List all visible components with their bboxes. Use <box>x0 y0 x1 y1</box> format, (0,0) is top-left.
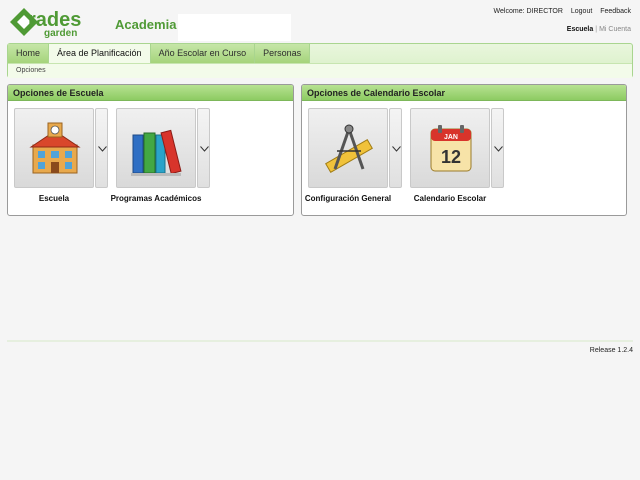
panel-opciones-calendario: Opciones de Calendario Escolar Configura… <box>301 84 627 216</box>
nav-tabs: Home Área de Planificación Año Escolar e… <box>8 44 311 63</box>
escuela-dropdown-button[interactable] <box>95 108 108 188</box>
calendar-day: 12 <box>441 147 461 167</box>
calendario-escolar-button[interactable]: JAN 12 <box>410 108 490 188</box>
app-header: rades garden Academia Welcome: DIRECTOR … <box>0 0 640 44</box>
escuela-button[interactable] <box>14 108 94 188</box>
panel-title: Opciones de Escuela <box>8 85 293 101</box>
welcome-text: Welcome: DIRECTOR <box>493 8 563 15</box>
context-links: Escuela | Mi Cuenta <box>567 26 631 33</box>
drafting-tools-icon <box>323 121 375 179</box>
link-separator: | <box>595 26 598 33</box>
subnav-opciones[interactable]: Opciones <box>16 67 46 74</box>
panel-title: Opciones de Calendario Escolar <box>302 85 626 101</box>
tab-area-planificacion[interactable]: Área de Planificación <box>49 44 151 63</box>
footer-divider <box>7 340 633 342</box>
subnav-bar: Opciones <box>8 63 632 78</box>
mi-cuenta-link[interactable]: Mi Cuenta <box>599 26 631 33</box>
logout-link[interactable]: Logout <box>571 8 592 15</box>
tile-label[interactable]: Programas Académicos <box>96 194 216 203</box>
configuracion-general-button[interactable] <box>308 108 388 188</box>
escuela-link[interactable]: Escuela <box>567 26 593 33</box>
calendar-month: JAN <box>444 134 458 141</box>
tab-personas[interactable]: Personas <box>255 44 311 63</box>
chevron-down-icon <box>200 146 209 152</box>
panel-opciones-escuela: Opciones de Escuela Escuela Programas Ac… <box>7 84 294 216</box>
grades-garden-logo[interactable]: rades garden <box>8 6 104 39</box>
school-name: Academia <box>115 17 177 32</box>
programas-academicos-dropdown-button[interactable] <box>197 108 210 188</box>
svg-text:garden: garden <box>44 28 77 38</box>
feedback-link[interactable]: Feedback <box>600 8 631 15</box>
chevron-down-icon <box>392 146 401 152</box>
chevron-down-icon <box>494 146 503 152</box>
books-icon <box>131 121 183 179</box>
chevron-down-icon <box>98 146 107 152</box>
tab-home[interactable]: Home <box>8 44 50 63</box>
school-building-icon <box>29 121 81 179</box>
tab-ano-escolar[interactable]: Año Escolar en Curso <box>150 44 256 63</box>
school-banner-area <box>178 14 291 41</box>
tile-label[interactable]: Calendario Escolar <box>390 194 510 203</box>
calendar-icon: JAN 12 <box>425 121 477 179</box>
user-links: Welcome: DIRECTOR Logout Feedback <box>488 8 631 15</box>
main-navigation: Home Área de Planificación Año Escolar e… <box>7 43 633 78</box>
calendario-escolar-dropdown-button[interactable] <box>491 108 504 188</box>
programas-academicos-button[interactable] <box>116 108 196 188</box>
configuracion-general-dropdown-button[interactable] <box>389 108 402 188</box>
release-version: Release 1.2.4 <box>589 347 633 354</box>
